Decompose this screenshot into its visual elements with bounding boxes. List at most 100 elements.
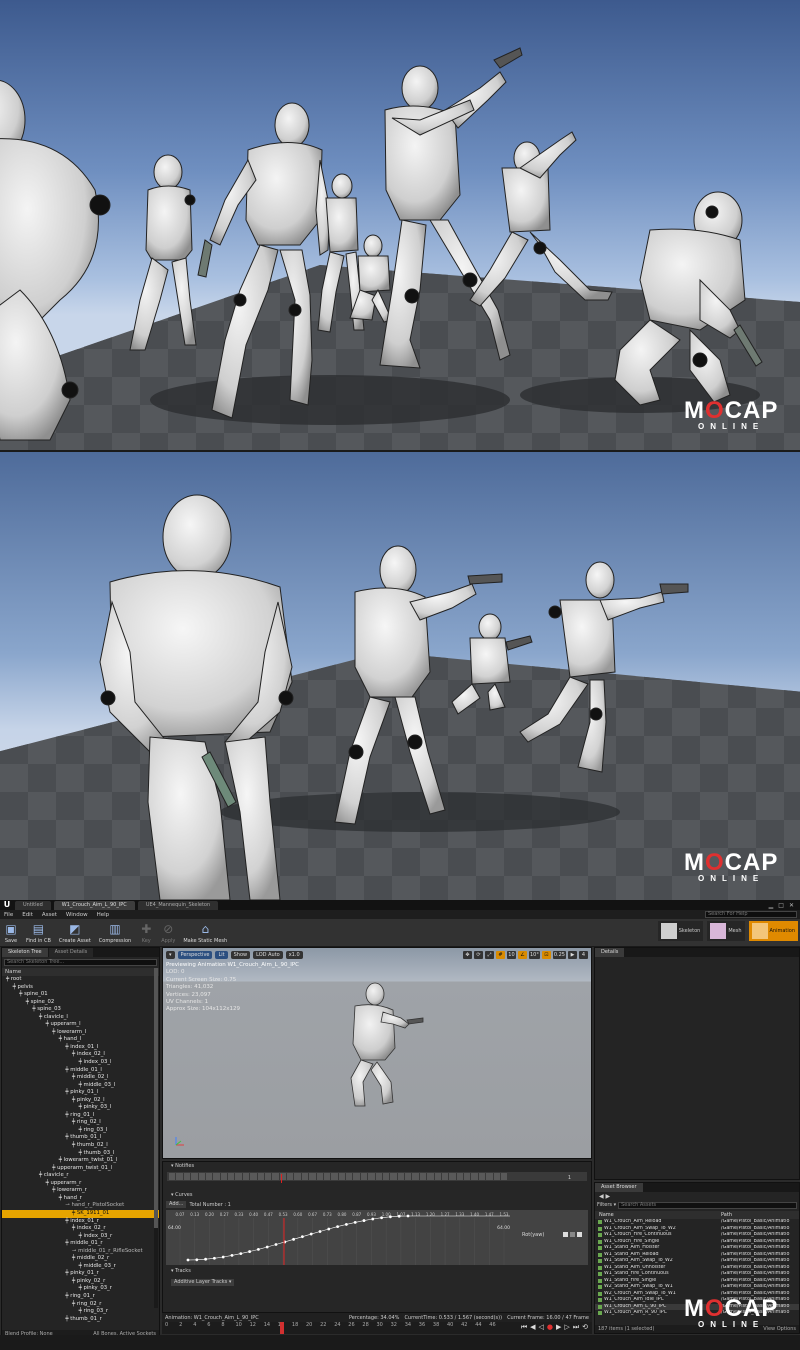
skeleton-bone-row[interactable]: ┿ thumb_01_r (2, 1316, 159, 1324)
skeleton-bone-row[interactable]: ┿ SK_1911_01 (2, 1209, 159, 1218)
curve-options-icon[interactable] (570, 1232, 575, 1237)
step-back-icon[interactable]: ◀ (530, 1323, 535, 1332)
curve-key-point[interactable] (213, 1256, 216, 1260)
timeline-scrub-handle[interactable] (280, 1322, 284, 1334)
skeleton-bone-row[interactable]: ┿ spine_02 (2, 999, 159, 1007)
preview-viewport[interactable]: ▾ Perspective Lit Show LOD Auto x1.0 ✥ ⟳… (162, 947, 592, 1159)
skeleton-bone-row[interactable]: ┿ index_02_r (2, 1225, 159, 1233)
skeleton-bone-row[interactable]: ┿ hand_l (2, 1036, 159, 1044)
notify-frame-cell[interactable] (257, 1173, 264, 1180)
skeleton-socket-row[interactable]: ⊸ hand_r_PistolSocket (2, 1202, 159, 1210)
record-icon[interactable]: ● (547, 1323, 553, 1332)
curve-key-point[interactable] (309, 1232, 313, 1236)
curve-edit-icon[interactable] (577, 1232, 582, 1237)
grid-snap-value[interactable]: 10 (506, 951, 516, 959)
step-forward-icon[interactable]: ▷ (564, 1323, 569, 1332)
notify-frame-cell[interactable] (486, 1173, 493, 1180)
curve-key-point[interactable] (204, 1257, 207, 1261)
skeleton-bone-row[interactable]: ┿ thumb_01_l (2, 1134, 159, 1142)
mode-mesh[interactable]: Mesh (707, 921, 745, 941)
notify-frame-cell[interactable] (368, 1173, 375, 1180)
notify-frame-cell[interactable] (471, 1173, 478, 1180)
notify-frame-cell[interactable] (316, 1173, 323, 1180)
skeleton-bone-row[interactable]: ┿ spine_01 (2, 991, 159, 999)
notify-frame-cell[interactable] (397, 1173, 404, 1180)
loop-icon[interactable]: ⟲ (582, 1323, 588, 1332)
scale-snap-icon[interactable]: ⊡ (541, 951, 551, 959)
skeleton-bone-row[interactable]: ┿ upperarm_twist_01_l (2, 1165, 159, 1173)
compression-button[interactable]: ▥ Compression (97, 922, 133, 944)
skeleton-bone-row[interactable]: ┿ index_03_r (2, 1233, 159, 1241)
curve-key-point[interactable] (221, 1255, 225, 1259)
tracks-header[interactable]: ▾ Tracks (163, 1265, 591, 1277)
notify-frame-cell[interactable] (412, 1173, 419, 1180)
tab-asset-browser[interactable]: Asset Browser (595, 1183, 643, 1192)
notify-frame-cell[interactable] (228, 1173, 235, 1180)
add-curve-button[interactable]: Add... (166, 1201, 187, 1208)
notify-frame-cell[interactable] (301, 1173, 309, 1180)
curve-checkbox[interactable] (563, 1232, 568, 1237)
column-name[interactable]: Name (595, 1211, 721, 1219)
key-button[interactable]: ✚ Key (137, 922, 155, 944)
filters-dropdown[interactable]: Filters ▾ (597, 1202, 616, 1208)
rotation-snap-value[interactable]: 10° (528, 951, 540, 959)
skeleton-bone-row[interactable]: ┿ upperarm_l (2, 1021, 159, 1029)
skip-to-start-icon[interactable]: ⏮ (521, 1323, 527, 1332)
skeleton-bone-row[interactable]: ┿ lowerarm_r (2, 1187, 159, 1195)
notify-frame-cell[interactable] (478, 1173, 486, 1180)
notify-frame-cell[interactable] (169, 1173, 176, 1180)
create-asset-button[interactable]: ◩ Create Asset (57, 922, 93, 944)
notify-frame-cell[interactable] (323, 1173, 331, 1180)
notify-frame-cell[interactable] (220, 1173, 227, 1180)
skeleton-bone-row[interactable]: ┿ spine_03 (2, 1006, 159, 1014)
skeleton-bone-row[interactable]: ┿ ring_01_r (2, 1293, 159, 1301)
skeleton-bone-row[interactable]: ┿ pinky_03_l (2, 1104, 159, 1112)
notify-frame-cell[interactable] (353, 1173, 360, 1180)
notify-frame-cell[interactable] (449, 1173, 456, 1180)
skeleton-bone-row[interactable]: ┿ thumb_02_l (2, 1142, 159, 1150)
notify-frame-cell[interactable] (346, 1173, 353, 1180)
curve-key-point[interactable] (397, 1214, 401, 1218)
curve-key-point[interactable] (406, 1214, 410, 1218)
skeleton-bone-row[interactable]: ┿ ring_03_r (2, 1308, 159, 1316)
skeleton-bone-row[interactable]: ┿ middle_01_l (2, 1067, 159, 1075)
curve-key-point[interactable] (186, 1258, 190, 1262)
doc-tab-skeleton[interactable]: UE4_Mannequin_Skeleton (137, 900, 219, 910)
doc-tab-untitled[interactable]: Untitled (15, 900, 51, 910)
skeleton-bone-row[interactable]: ┿ clavicle_r (2, 1172, 159, 1180)
tree-scrollbar[interactable] (154, 968, 158, 1308)
notify-frame-cell[interactable] (360, 1173, 368, 1180)
tab-details[interactable]: Details (595, 948, 625, 957)
notify-frame-cell[interactable] (242, 1173, 250, 1180)
notify-frame-cell[interactable] (500, 1173, 508, 1180)
skeleton-bone-row[interactable]: ┿ pinky_01_r (2, 1270, 159, 1278)
curve-key-point[interactable] (257, 1247, 260, 1251)
notify-frame-cell[interactable] (434, 1173, 441, 1180)
skeleton-bone-row[interactable]: ┿ index_03_l (2, 1059, 159, 1067)
notify-frame-cell[interactable] (338, 1173, 345, 1180)
skeleton-bone-row[interactable]: ┿ ring_02_l (2, 1119, 159, 1127)
skeleton-bone-row[interactable]: ┿ hand_r (2, 1195, 159, 1203)
curve-key-point[interactable] (353, 1220, 357, 1224)
skeleton-search-input[interactable]: Search Skeleton Tree... (4, 959, 157, 966)
curve-key-point[interactable] (239, 1252, 243, 1256)
skeleton-bone-row[interactable]: ┿ ring_02_r (2, 1301, 159, 1309)
notify-frame-cell[interactable] (405, 1173, 412, 1180)
curve-key-point[interactable] (318, 1230, 322, 1233)
curves-header[interactable]: ▾ Curves (163, 1191, 591, 1199)
notify-frame-cell[interactable] (213, 1173, 220, 1180)
notify-frame-cell[interactable] (427, 1173, 434, 1180)
timeline-ticks[interactable]: 0246810121416182022242628303234363840424… (165, 1322, 496, 1334)
scale-icon[interactable]: ⤢ (484, 951, 494, 959)
notify-frame-cell[interactable] (441, 1173, 449, 1180)
skeleton-bone-row[interactable]: ┿ root (2, 976, 159, 984)
lod-button[interactable]: LOD Auto (253, 951, 283, 959)
curve-key-point[interactable] (292, 1237, 295, 1241)
play-icon[interactable]: ▶ (556, 1323, 561, 1332)
curve-key-point[interactable] (265, 1245, 269, 1249)
mode-skeleton[interactable]: Skeleton (657, 921, 704, 941)
notify-frame-cell[interactable] (264, 1173, 272, 1180)
rotation-snap-icon[interactable]: ∠ (517, 951, 527, 959)
make-static-mesh-button[interactable]: ⌂ Make Static Mesh (181, 922, 229, 944)
skeleton-bone-row[interactable]: ┿ middle_01_r (2, 1240, 159, 1248)
